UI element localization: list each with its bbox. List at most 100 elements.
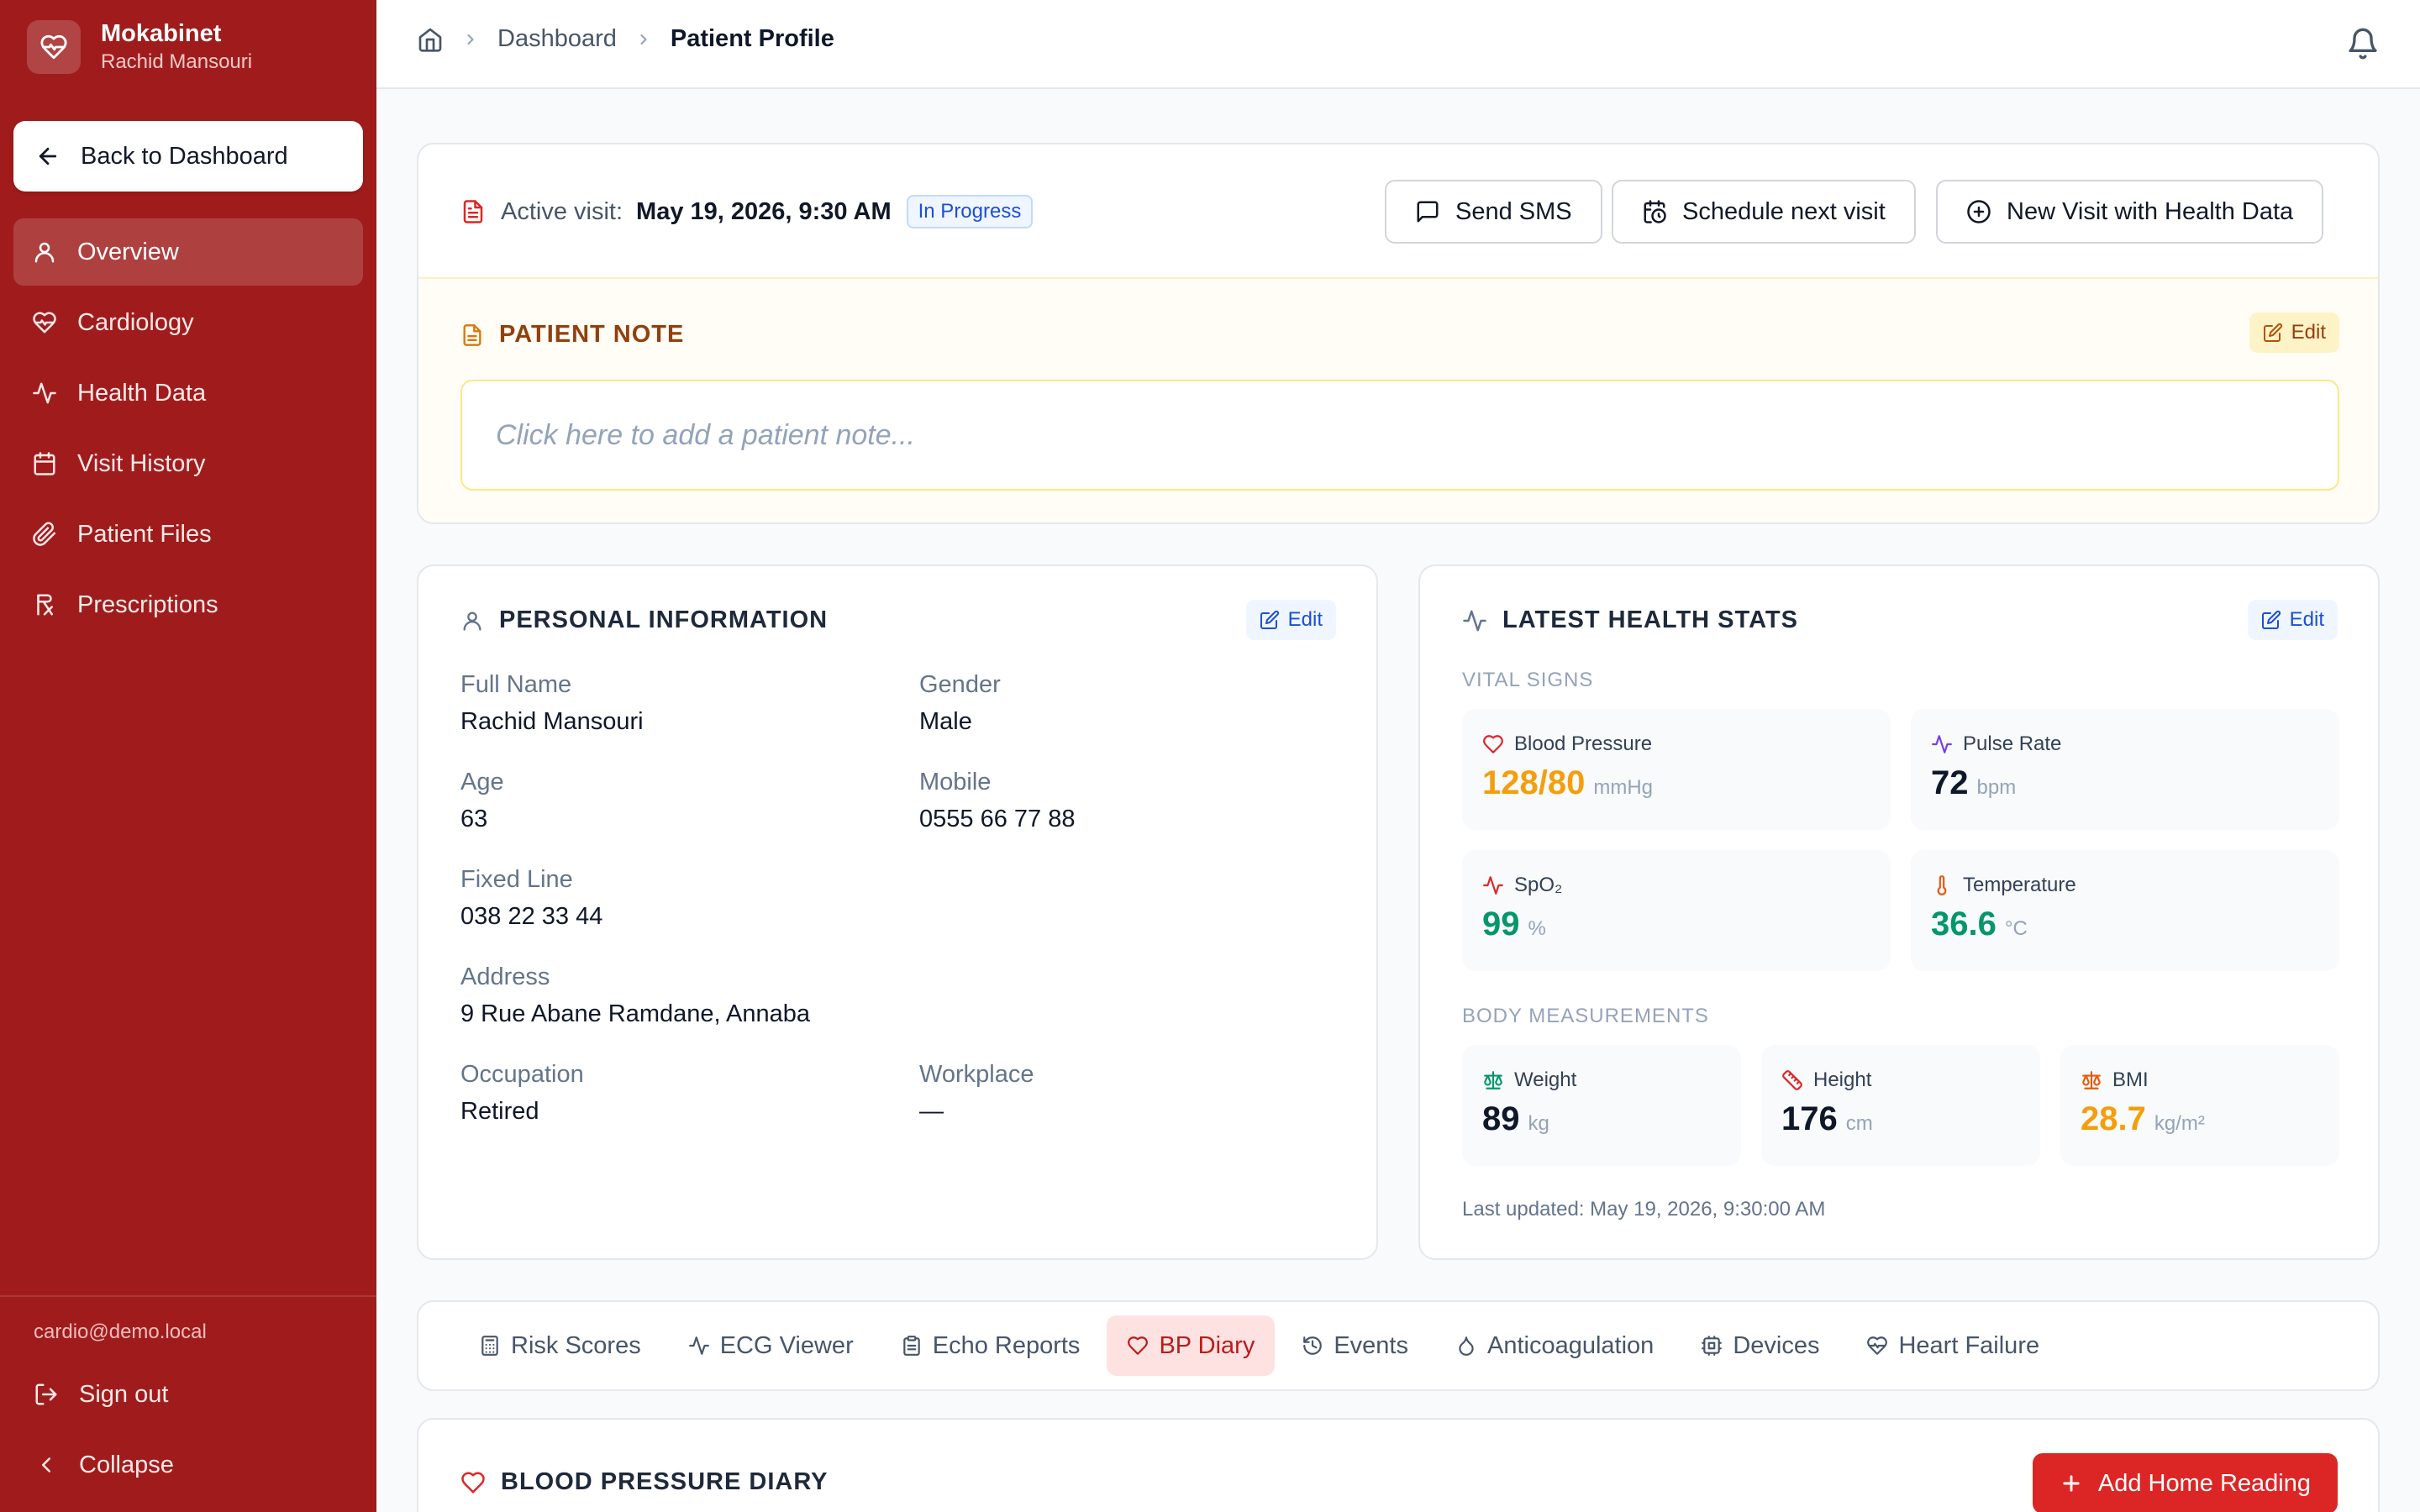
- tab-risk-scores[interactable]: Risk Scores: [459, 1315, 661, 1376]
- stat-value: 176 cm: [1781, 1100, 1873, 1138]
- tab-ecg-viewer[interactable]: ECG Viewer: [668, 1315, 874, 1376]
- document-icon: [463, 200, 483, 223]
- stat-header: BMI: [2081, 1068, 2149, 1092]
- note-icon: [463, 323, 481, 346]
- stat-header: Weight: [1482, 1068, 1576, 1092]
- tab-label: Echo Reports: [932, 1331, 1081, 1359]
- stat-number: 128/80: [1482, 764, 1586, 801]
- stat-value: 28.7 kg/m²: [2081, 1100, 2205, 1138]
- bp-diary-title: BLOOD PRESSURE DIARY: [460, 1468, 829, 1496]
- heart-icon: [1483, 735, 1503, 753]
- stat-value: 99 %: [1482, 906, 1546, 943]
- bell-icon[interactable]: [2346, 27, 2380, 60]
- stat-number: 89: [1482, 1100, 1520, 1137]
- stat-label: Weight: [1514, 1068, 1577, 1091]
- calendar-icon: [34, 452, 55, 475]
- sidebar-item-patient-files[interactable]: Patient Files: [13, 501, 363, 568]
- heart-pulse-icon: [1867, 1336, 1888, 1355]
- stat-label: Pulse Rate: [1963, 732, 2062, 755]
- field-value: Retired: [460, 1098, 539, 1125]
- schedule-next-visit-button[interactable]: Schedule next visit: [1612, 180, 1916, 244]
- tab-devices[interactable]: Devices: [1681, 1315, 1839, 1376]
- pulse-icon: [1932, 735, 1952, 753]
- edit-note-button[interactable]: Edit: [2249, 312, 2339, 353]
- heart-pulse-icon: [33, 312, 56, 333]
- tab-events[interactable]: Events: [1281, 1315, 1428, 1376]
- personal-information-card: PERSONAL INFORMATION Edit Full Name Rach…: [417, 564, 1378, 1260]
- sidebar-item-health-data[interactable]: Health Data: [13, 360, 363, 427]
- sign-out-button[interactable]: Sign out: [13, 1364, 363, 1425]
- field-address: Address 9 Rue Abane Ramdane, Annaba: [460, 961, 1133, 1030]
- stat-label: Blood Pressure: [1514, 732, 1653, 755]
- sidebar-item-label: Patient Files: [77, 520, 212, 548]
- stat-label: SpO₂: [1514, 874, 1563, 896]
- sidebar-item-prescriptions[interactable]: Prescriptions: [13, 571, 363, 638]
- blood-pressure-diary-card: BLOOD PRESSURE DIARY Add Home Reading: [417, 1418, 2380, 1512]
- patient-note-section: PATIENT NOTE Edit Click here to add a pa…: [418, 277, 2378, 522]
- collapse-sidebar-button[interactable]: Collapse: [13, 1435, 363, 1495]
- patient-note-placeholder: Click here to add a patient note...: [496, 418, 915, 451]
- home-icon[interactable]: [417, 26, 444, 53]
- edit-personal-button[interactable]: Edit: [1245, 600, 1336, 640]
- heart-icon: [1128, 1336, 1149, 1355]
- active-visit-date: May 19, 2026, 9:30 AM: [636, 197, 892, 225]
- active-visit-info: Active visit: May 19, 2026, 9:30 AM In P…: [460, 195, 1034, 228]
- plus-icon: [2063, 1475, 2080, 1492]
- collapse-label: Collapse: [79, 1451, 174, 1478]
- field-occupation: Occupation Retired: [460, 1058, 881, 1127]
- stat-unit: bpm: [1976, 776, 2017, 799]
- sidebar-item-cardiology[interactable]: Cardiology: [13, 289, 363, 356]
- new-visit-label: New Visit with Health Data: [2007, 197, 2294, 225]
- activity-icon: [1463, 610, 1486, 631]
- patient-note-input[interactable]: Click here to add a patient note...: [460, 380, 2339, 491]
- field-label: Fixed Line: [460, 866, 573, 893]
- sidebar-item-visit-history[interactable]: Visit History: [13, 430, 363, 497]
- field-mobile: Mobile 0555 66 77 88: [919, 766, 1339, 835]
- ruler-icon: [1782, 1070, 1802, 1090]
- stat-unit: %: [1528, 917, 1546, 940]
- stat-header: SpO₂: [1482, 874, 1562, 897]
- stat-height: Height 176 cm: [1761, 1045, 2040, 1166]
- field-value: 038 22 33 44: [460, 903, 603, 930]
- new-visit-button[interactable]: New Visit with Health Data: [1936, 180, 2324, 244]
- logout-icon: [35, 1383, 57, 1405]
- tab-bp-diary[interactable]: BP Diary: [1107, 1315, 1276, 1376]
- user-email: cardio@demo.local: [34, 1320, 207, 1343]
- stat-unit: cm: [1845, 1112, 1873, 1135]
- current-user-name: Rachid Mansouri: [101, 50, 253, 73]
- paperclip-icon: [33, 522, 55, 546]
- scale-icon: [2082, 1071, 2101, 1089]
- tab-label: ECG Viewer: [719, 1331, 854, 1359]
- edit-note-label: Edit: [2291, 321, 2326, 344]
- stat-unit: kg: [1528, 1112, 1549, 1135]
- breadcrumb-dashboard[interactable]: Dashboard: [497, 25, 617, 53]
- health-stats-title: LATEST HEALTH STATS: [1462, 606, 1798, 634]
- back-to-dashboard-button[interactable]: Back to Dashboard: [13, 121, 363, 192]
- tab-echo-reports[interactable]: Echo Reports: [881, 1315, 1101, 1376]
- send-sms-button[interactable]: Send SMS: [1385, 180, 1602, 244]
- stat-label: Height: [1813, 1068, 1872, 1091]
- active-visit-card: Active visit: May 19, 2026, 9:30 AM In P…: [417, 143, 2380, 524]
- field-label: Age: [460, 769, 504, 795]
- stat-header: Pulse Rate: [1931, 732, 2061, 756]
- add-home-reading-button[interactable]: Add Home Reading: [2032, 1453, 2338, 1512]
- tab-heart-failure[interactable]: Heart Failure: [1846, 1315, 2060, 1376]
- personal-information-title-text: PERSONAL INFORMATION: [499, 606, 829, 633]
- breadcrumb: Dashboard Patient Profile: [417, 25, 834, 53]
- stat-number: 36.6: [1931, 906, 1996, 942]
- sidebar-item-label: Prescriptions: [77, 591, 218, 618]
- stat-value: 89 kg: [1482, 1100, 1549, 1138]
- sidebar-item-overview[interactable]: Overview: [13, 218, 363, 286]
- message-icon: [1417, 201, 1439, 223]
- latest-health-stats-card: LATEST HEALTH STATS Edit VITAL SIGNS Blo…: [1418, 564, 2380, 1260]
- tab-label: BP Diary: [1159, 1331, 1255, 1359]
- stat-unit: °C: [2004, 917, 2028, 940]
- edit-icon: [2263, 323, 2282, 342]
- status-badge: In Progress: [906, 195, 1034, 228]
- sidebar-item-label: Cardiology: [77, 308, 194, 336]
- stat-label: BMI: [2112, 1068, 2149, 1091]
- tab-anticoagulation[interactable]: Anticoagulation: [1435, 1315, 1674, 1376]
- field-label: Address: [460, 963, 550, 990]
- edit-health-button[interactable]: Edit: [2247, 600, 2338, 640]
- sidebar-item-label: Health Data: [77, 379, 207, 407]
